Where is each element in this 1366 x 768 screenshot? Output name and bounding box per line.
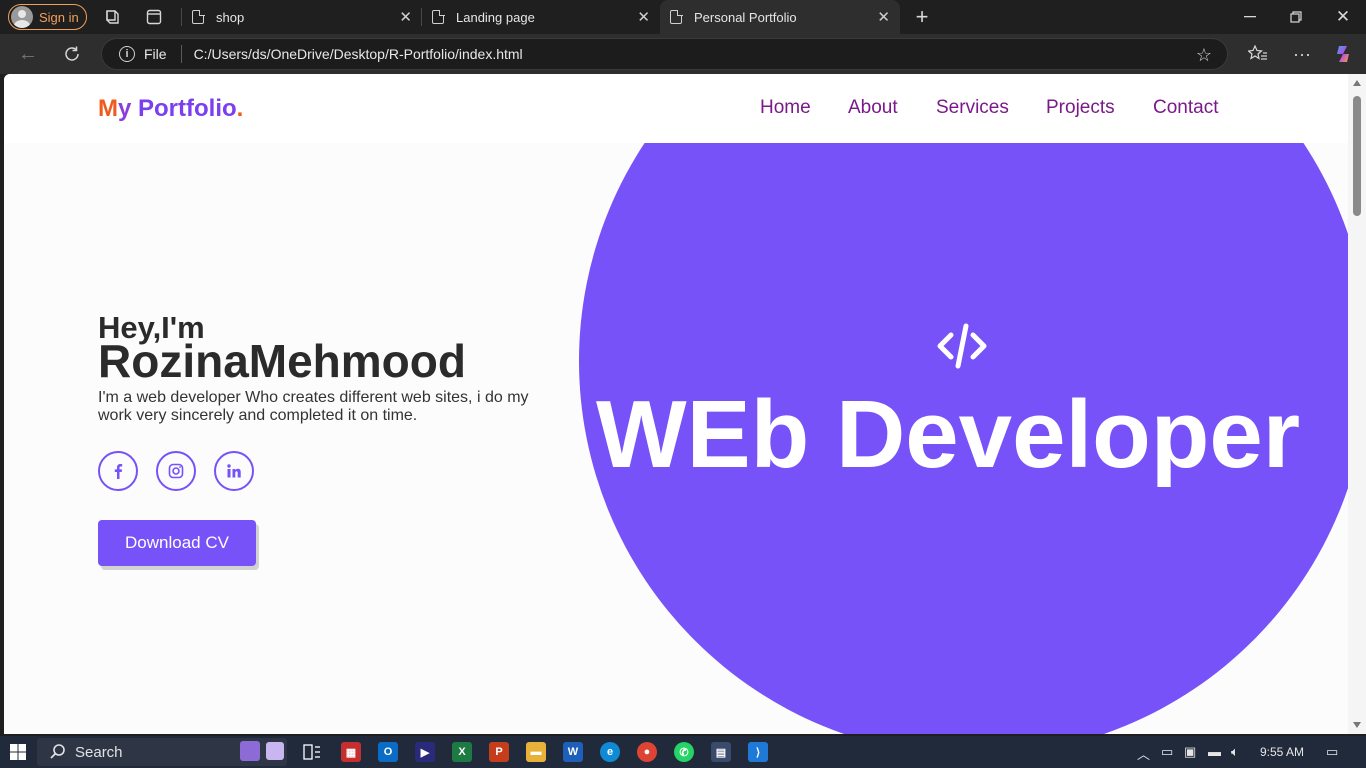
favorite-star-icon[interactable]: ☆ [1195,45,1213,65]
refresh-icon[interactable] [62,44,82,64]
hero-role-title: WEb Developer [596,381,1301,488]
address-bar[interactable]: i File C:/Users/ds/OneDrive/Desktop/R-Po… [101,38,1228,70]
site-info-icon[interactable]: i [119,46,135,62]
tray-chevron-icon[interactable]: ︿ [1137,744,1150,763]
volume-icon[interactable]: 🔈︎ [1231,744,1239,760]
copilot-icon[interactable] [1332,42,1356,66]
url-text[interactable]: C:/Users/ds/OneDrive/Desktop/R-Portfolio… [194,46,523,62]
display-icon[interactable]: ▣ [1184,744,1196,760]
browser-toolbar: ← i File C:/Users/ds/OneDrive/Desktop/R-… [0,34,1366,74]
vscode-icon[interactable]: ⟩ [748,742,768,762]
widget-clapper-icon [240,741,260,761]
widget-notes-icon [266,742,284,760]
linkedin-link[interactable] [214,451,254,491]
nav-about[interactable]: About [848,97,898,119]
excel-icon[interactable]: X [452,742,472,762]
more-menu-icon[interactable]: ··· [1292,44,1312,64]
sign-in-button[interactable]: Sign in [8,4,87,30]
logo-word-portfolio: Portfolio [138,95,237,122]
hero-description: I'm a web developer Who creates differen… [98,389,529,424]
nav-home[interactable]: Home [760,97,811,119]
page-icon [432,9,445,24]
search-label: Search [75,743,123,761]
notifications-icon[interactable]: ▭ [1326,744,1338,760]
outlook-icon[interactable]: O [378,742,398,762]
tab-personal-portfolio[interactable]: Personal Portfolio ✕ [660,0,900,34]
windows-start-icon[interactable] [8,742,28,762]
store-icon[interactable]: ▤ [711,742,731,762]
powerpoint-icon[interactable]: P [489,742,509,762]
back-icon[interactable]: ← [18,43,38,65]
scroll-down-icon[interactable] [1353,722,1361,728]
tab-title: Landing page [456,9,535,25]
site-logo[interactable]: My Portfolio. [98,95,243,123]
word-icon[interactable]: W [563,742,583,762]
download-cv-button[interactable]: Download CV [98,520,256,566]
tab-actions-icon[interactable] [146,9,162,25]
chrome-icon[interactable]: ● [637,742,657,762]
tab-shop[interactable]: shop ✕ [182,0,422,34]
page-icon [670,9,683,24]
logo-letter-m: M [98,95,118,122]
new-tab-icon[interactable]: + [912,4,932,29]
logo-dot: . [236,95,244,122]
close-tab-icon[interactable]: ✕ [399,8,412,26]
tab-title: Personal Portfolio [694,9,797,25]
nav-projects[interactable]: Projects [1046,97,1115,119]
browser-tab-bar: Sign in shop ✕ Landing page ✕ Personal P… [0,0,1366,34]
linkedin-icon [227,464,241,478]
code-icon [935,321,989,371]
page-scrollbar[interactable] [1348,74,1366,734]
clock-time[interactable]: 9:55 AM [1260,745,1304,759]
close-tab-icon[interactable]: ✕ [637,8,650,26]
minimize-icon[interactable] [1242,8,1258,26]
hero-name: RozinaMehmood [98,335,466,387]
tab-title: shop [216,9,245,25]
logo-letter-y: y [118,95,139,122]
whatsapp-icon[interactable]: ✆ [674,742,694,762]
restore-icon[interactable] [1288,8,1304,26]
tab-landing-page[interactable]: Landing page ✕ [422,0,660,34]
battery-icon[interactable]: ▬ [1208,744,1221,759]
page-icon [192,9,205,24]
close-window-icon[interactable]: ✕ [1334,7,1352,26]
file-explorer-icon[interactable]: ▬ [526,742,546,762]
site-header: My Portfolio. Home About Services Projec… [4,74,1348,143]
workspaces-icon[interactable] [103,8,121,26]
taskbar-search-box[interactable]: Search [37,738,287,766]
meet-now-icon[interactable]: ▭ [1161,744,1173,760]
media-player-icon[interactable]: ▶ [415,742,435,762]
profile-avatar-icon [11,6,33,28]
windows-taskbar: Search ▦ O ▶ X P ▬ W e ● ✆ ▤ ⟩ ︿ ▭ ▣ ▬ 🔈… [0,736,1366,768]
instagram-icon [168,463,184,479]
scroll-up-icon[interactable] [1353,80,1361,86]
app-grid-icon[interactable]: ▦ [341,742,361,762]
sign-in-label: Sign in [39,9,79,25]
page-viewport: My Portfolio. Home About Services Projec… [4,74,1348,734]
edge-icon[interactable]: e [600,742,620,762]
instagram-link[interactable] [156,451,196,491]
scrollbar-thumb[interactable] [1353,96,1361,216]
facebook-icon [114,464,123,479]
search-icon [49,743,67,765]
close-tab-icon[interactable]: ✕ [877,8,890,26]
facebook-link[interactable] [98,451,138,491]
nav-services[interactable]: Services [936,97,1009,119]
scheme-label: File [144,46,167,62]
favorites-icon[interactable] [1248,44,1268,64]
task-view-icon[interactable] [302,742,322,762]
address-separator [180,45,182,63]
nav-contact[interactable]: Contact [1153,97,1218,119]
